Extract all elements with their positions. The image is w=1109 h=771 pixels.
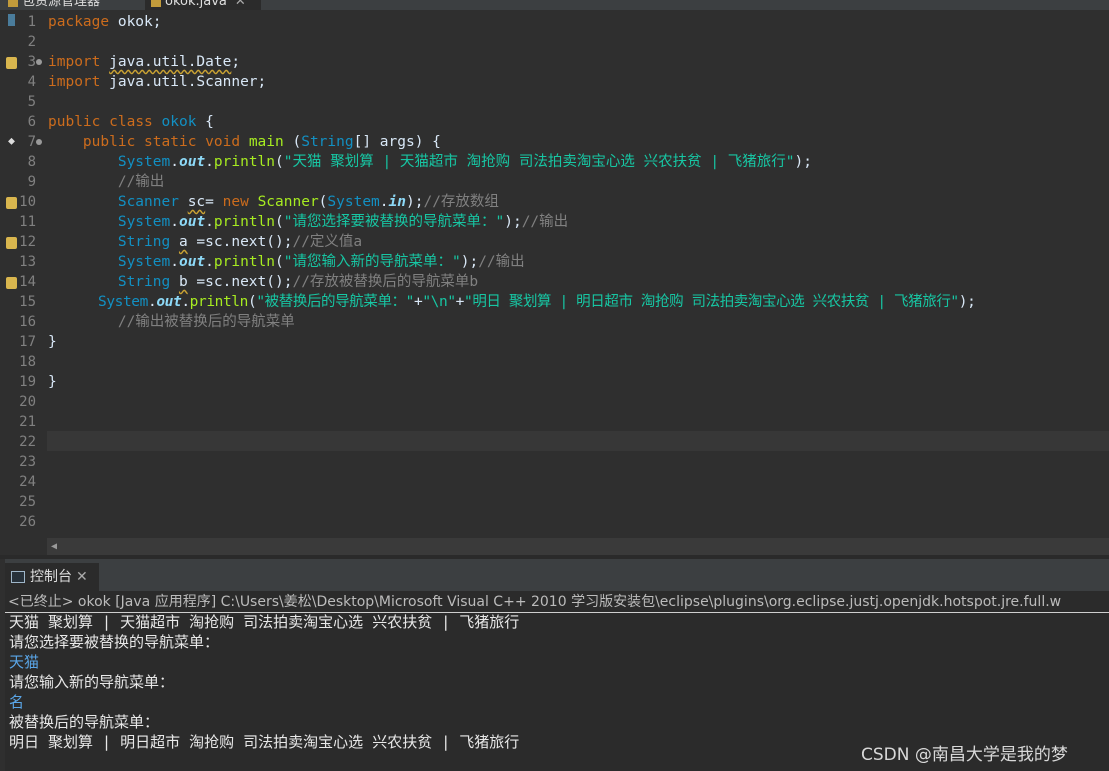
tab-okok-java[interactable]: okok.java ✕ [145, 0, 261, 10]
close-icon[interactable]: ✕ [235, 0, 246, 9]
line-number: 23 [19, 454, 36, 470]
java-file-icon [151, 0, 161, 7]
line-number: 19 [19, 374, 36, 390]
tab-console[interactable]: 控制台 ✕ [5, 563, 99, 591]
console-output-line: 请您输入新的导航菜单： [9, 673, 175, 691]
line-number: 3 [27, 54, 36, 70]
code-line: Scanner sc= new Scanner(System.in);//存放数… [117, 194, 499, 210]
code-line: System.out.println("请您输入新的导航菜单：");//输出 [117, 254, 525, 270]
line-number: 26 [19, 514, 36, 530]
line-number: 1 [27, 14, 36, 30]
line-number: 15 [19, 294, 36, 310]
package-explorer-icon [8, 0, 18, 7]
code-line: import java.util.Date; [48, 54, 241, 70]
code-editor[interactable]: 1 2 3 4 5 6 ⬥ 7 8 9 10 11 12 13 14 15 16… [0, 10, 1109, 555]
console-output-line: 被替换后的导航菜单： [9, 713, 160, 731]
tab-console-label: 控制台 [30, 569, 72, 585]
line-number: 10 [19, 194, 36, 210]
code-line: import java.util.Scanner; [48, 74, 267, 90]
line-number: 6 [27, 114, 36, 130]
code-line: //输出 [117, 174, 165, 190]
console-output-line: 请您选择要被替换的导航菜单： [9, 633, 220, 651]
line-number: 13 [19, 254, 36, 270]
line-number: 7 [27, 134, 36, 150]
line-number: 22 [19, 434, 36, 450]
console-output-line: 天猫 聚划算 | 天猫超市 淘抢购 司法拍卖淘宝心选 兴农扶贫 | 飞猪旅行 [9, 613, 520, 631]
close-icon[interactable]: ✕ [76, 569, 88, 585]
tab-okok-java-label: okok.java [165, 0, 227, 9]
code-line: System.out.println("被替换后的导航菜单："+"\n"+"明日… [97, 294, 976, 310]
code-line: String a =sc.next();//定义值a [117, 234, 363, 250]
code-line: System.out.println("请您选择要被替换的导航菜单：");//输… [117, 214, 569, 230]
code-line: //输出被替换后的导航菜单 [117, 314, 295, 330]
console-icon [11, 571, 25, 583]
console-input-line: 天猫 [9, 653, 40, 671]
code-line: public class okok { [48, 114, 214, 130]
tab-package-explorer[interactable]: 包资源管理器 [8, 0, 100, 10]
line-number: 21 [19, 414, 36, 430]
terminated-label: <已终止> okok [Java 应用程序] C:\Users\姜松\Deskt… [8, 594, 1062, 610]
console-output-line: 明日 聚划算 | 明日超市 淘抢购 司法拍卖淘宝心选 兴农扶贫 | 飞猪旅行 [9, 733, 520, 751]
line-number: 8 [27, 154, 36, 170]
line-number: 18 [19, 354, 36, 370]
line-number: 4 [27, 74, 36, 90]
watermark: CSDN @南昌大学是我的梦 [861, 745, 1068, 765]
line-number: 12 [19, 234, 36, 250]
code-line: public static void main (String[] args) … [82, 134, 441, 150]
line-number: 2 [27, 34, 36, 50]
line-number-gutter: 1 2 3 4 5 6 ⬥ 7 8 9 10 11 12 13 14 15 16… [0, 10, 47, 555]
line-number: 17 [19, 334, 36, 350]
line-number: 14 [19, 274, 36, 290]
fold-icon[interactable] [36, 59, 42, 65]
code-line: System.out.println("天猫 聚划算 | 天猫超市 淘抢购 司法… [117, 154, 812, 170]
tab-package-explorer-label: 包资源管理器 [22, 0, 101, 9]
code-line: package okok; [48, 14, 162, 30]
console-tab-bar: 控制台 ✕ [5, 559, 1109, 591]
scroll-left-icon[interactable]: ◀ [51, 541, 57, 552]
line-number: 11 [19, 214, 36, 230]
code-line: String b =sc.next();//存放被替换后的导航菜单b [117, 274, 479, 290]
editor-tab-bar: 包资源管理器 okok.java ✕ [0, 0, 1109, 10]
current-line-highlight [47, 431, 1109, 451]
line-number: 9 [27, 174, 36, 190]
code-line: } [48, 334, 57, 350]
console-input-line: 名 [9, 693, 25, 711]
line-number: 5 [27, 94, 36, 110]
line-number: 25 [19, 494, 36, 510]
line-number: 16 [19, 314, 36, 330]
fold-icon[interactable] [36, 139, 42, 145]
line-number: 24 [19, 474, 36, 490]
code-line: } [48, 374, 57, 390]
line-number: 20 [19, 394, 36, 410]
horizontal-scrollbar[interactable]: ◀ [47, 538, 1109, 555]
